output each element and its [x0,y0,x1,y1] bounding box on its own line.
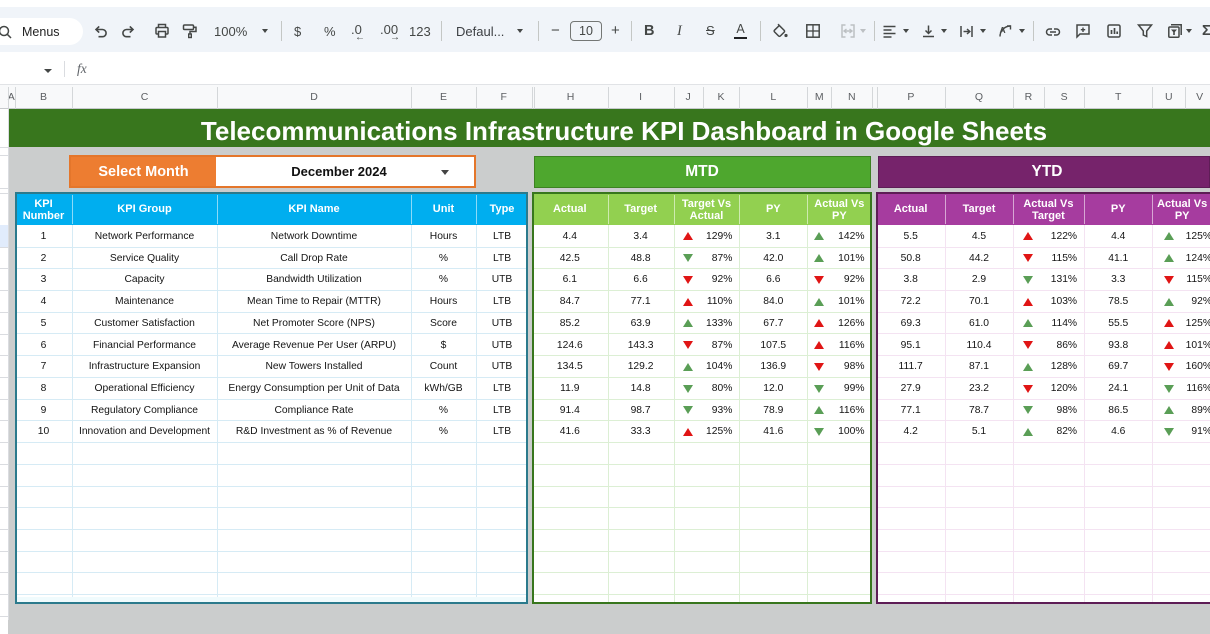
svg-text:A: A [1000,25,1006,35]
